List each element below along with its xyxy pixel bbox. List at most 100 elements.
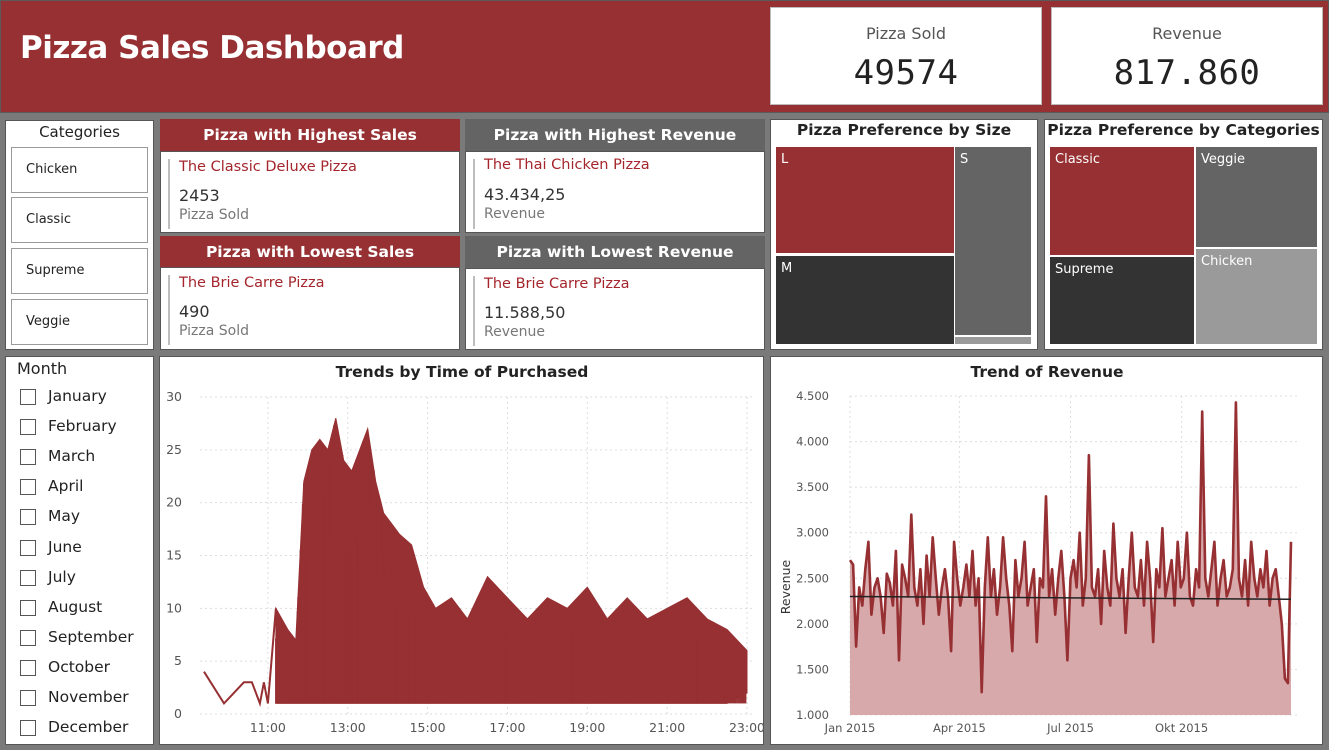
checkbox[interactable]	[20, 659, 36, 676]
pizza-value: 11.588,50	[484, 303, 566, 322]
x-tick-label: Apr 2015	[933, 721, 986, 735]
checkbox[interactable]	[20, 629, 36, 646]
checkbox[interactable]	[20, 720, 36, 737]
y-tick-label: 1.000	[796, 708, 829, 722]
accent-bar	[168, 275, 170, 345]
accent-bar	[473, 159, 475, 229]
x-tick-label: Jan 2015	[824, 721, 876, 735]
category-supreme-button[interactable]: Supreme	[11, 248, 148, 294]
y-tick-label: 5	[174, 653, 182, 668]
highest-sales-card[interactable]: The Classic Deluxe Pizza 2453 Pizza Sold	[160, 151, 460, 233]
treemap-title: Pizza Preference by Size	[796, 121, 1012, 139]
checkbox[interactable]	[20, 479, 36, 496]
pizza-value: 490	[179, 302, 210, 321]
lowest-sales-title: Pizza with Lowest Sales	[160, 236, 460, 268]
y-tick-label: 4.500	[796, 389, 829, 403]
month-label: June	[48, 537, 82, 556]
category-veggie-button[interactable]: Veggie	[11, 299, 148, 345]
value-caption: Revenue	[484, 324, 545, 340]
slicer-title: Categories	[39, 123, 120, 141]
x-tick-label: 13:00	[330, 720, 366, 735]
checkbox[interactable]	[20, 419, 36, 436]
x-tick-label: 21:00	[649, 720, 685, 735]
y-tick-label: 2.000	[796, 617, 829, 631]
y-tick-label: 10	[166, 600, 182, 615]
value-caption: Pizza Sold	[179, 323, 249, 339]
treemap-tile-chicken[interactable]: Chicken	[1196, 249, 1317, 344]
month-label: September	[48, 627, 134, 646]
x-tick-label: Okt 2015	[1155, 721, 1208, 735]
checkbox[interactable]	[20, 599, 36, 616]
month-label: May	[48, 507, 81, 526]
highest-revenue-card[interactable]: The Thai Chicken Pizza 43.434,25 Revenue	[465, 151, 765, 233]
highest-revenue-title: Pizza with Highest Revenue	[465, 119, 765, 151]
y-tick-label: 2.500	[796, 571, 829, 585]
pizza-name: The Classic Deluxe Pizza	[179, 159, 357, 175]
slicer-title: Month	[17, 359, 68, 378]
treemap-tile-l[interactable]: L	[776, 147, 954, 253]
y-tick-label: 20	[166, 495, 182, 510]
chart-title: Trend of Revenue	[971, 363, 1124, 381]
month-label: February	[48, 417, 117, 436]
treemap-tile-classic[interactable]: Classic	[1050, 147, 1194, 255]
checkbox[interactable]	[20, 569, 36, 586]
kpi-value: 49574	[853, 53, 959, 93]
checkbox[interactable]	[20, 449, 36, 466]
treemap-tile-veggie[interactable]: Veggie	[1196, 147, 1317, 247]
y-axis-label: Revenue	[778, 559, 793, 614]
size-treemap-panel: Pizza Preference by Size L M S	[770, 119, 1038, 350]
revenue-trend-panel: Trend of Revenue Revenue 1.000 1.500 2.000…	[770, 356, 1323, 745]
x-tick-label: 19:00	[569, 720, 605, 735]
treemap-tile-supreme[interactable]: Supreme	[1050, 257, 1194, 344]
y-tick-label: 1.500	[796, 662, 829, 676]
checkbox[interactable]	[20, 690, 36, 706]
y-tick-label: 15	[166, 548, 182, 563]
y-tick-label: 3.000	[796, 526, 829, 540]
kpi-card-pizza-sold[interactable]: Pizza Sold 49574	[770, 7, 1042, 105]
series-line-early	[203, 608, 277, 708]
category-chicken-button[interactable]: Chicken	[11, 147, 148, 193]
treemap-tile-s[interactable]: S	[955, 147, 1031, 335]
kpi-label: Pizza Sold	[866, 24, 946, 43]
checkbox[interactable]	[20, 509, 36, 526]
lowest-revenue-card[interactable]: The Brie Carre Pizza 11.588,50 Revenue	[465, 268, 765, 350]
accent-bar	[168, 159, 170, 229]
treemap-title: Pizza Preference by Categories	[1047, 121, 1320, 139]
y-tick-label: 3.500	[796, 480, 829, 494]
month-label: November	[48, 688, 129, 706]
month-label: October	[48, 657, 111, 676]
x-tick-label: 17:00	[489, 720, 525, 735]
pizza-name: The Brie Carre Pizza	[484, 276, 630, 292]
month-label: March	[48, 447, 96, 466]
x-tick-label: 15:00	[410, 720, 446, 735]
x-tick-label: Jul 2015	[1046, 721, 1094, 735]
lowest-sales-card[interactable]: The Brie Carre Pizza 490 Pizza Sold	[160, 267, 460, 350]
revenue-area	[850, 402, 1291, 715]
y-tick-label: 30	[166, 389, 182, 404]
treemap-tile-m[interactable]: M	[776, 256, 954, 344]
category-treemap-panel: Pizza Preference by Categories Classic V…	[1044, 119, 1323, 350]
x-tick-label: 23:00	[729, 720, 763, 735]
pizza-value: 2453	[179, 186, 220, 205]
y-tick-label: 0	[174, 706, 182, 721]
checkbox[interactable]	[20, 389, 36, 405]
time-trend-chart[interactable]: Trends by Time of Purchased 0 5 10 15 20 25 30…	[160, 357, 765, 744]
treemap-tile-xl[interactable]	[955, 337, 1031, 344]
highest-sales-title: Pizza with Highest Sales	[160, 119, 460, 151]
accent-bar	[473, 276, 475, 346]
month-label: July	[48, 567, 76, 586]
kpi-value: 817.860	[1113, 53, 1261, 93]
month-label: December	[48, 718, 129, 737]
pizza-name: The Thai Chicken Pizza	[484, 157, 650, 173]
category-classic-button[interactable]: Classic	[11, 197, 148, 243]
value-caption: Pizza Sold	[179, 207, 249, 223]
month-label: August	[48, 597, 103, 616]
month-label: January	[48, 387, 107, 405]
pizza-value: 43.434,25	[484, 185, 566, 204]
page-title: Pizza Sales Dashboard	[20, 30, 404, 66]
kpi-card-revenue[interactable]: Revenue 817.860	[1051, 7, 1323, 105]
y-tick-label: 25	[166, 442, 182, 457]
checkbox[interactable]	[20, 539, 36, 556]
revenue-trend-chart[interactable]: Trend of Revenue Revenue 1.000 1.500 2.000…	[771, 357, 1322, 744]
time-trend-panel: Trends by Time of Purchased 0 5 10 15 20 25 30…	[159, 356, 765, 745]
